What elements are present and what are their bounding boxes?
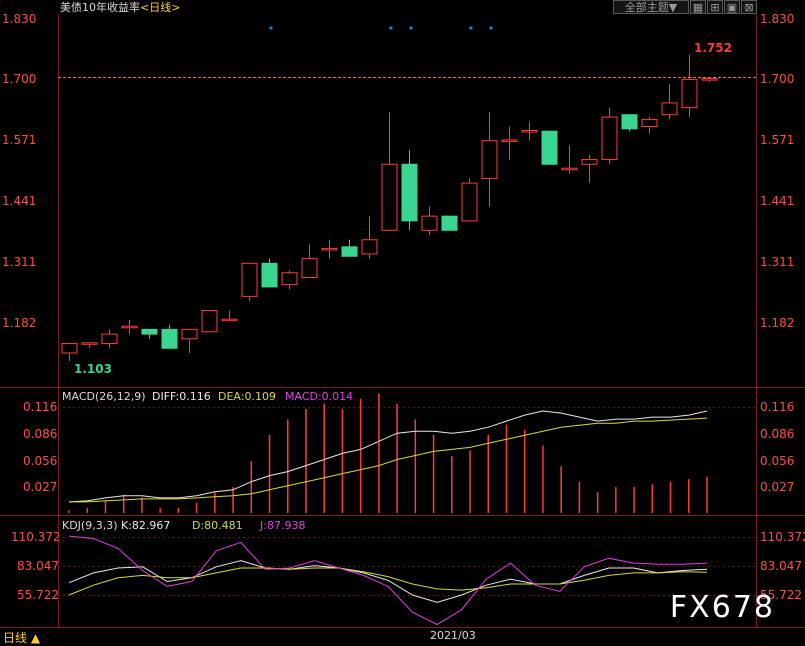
y-tick-label: 83.047 <box>17 559 59 573</box>
candle <box>661 84 678 120</box>
macd-dea-label: DEA:0.109 <box>218 390 276 403</box>
event-marker <box>269 26 273 30</box>
y-tick-label: 1.830 <box>2 12 36 26</box>
low-value-label: 1.103 <box>74 362 112 376</box>
macd-diff-label: DIFF:0.116 <box>152 390 211 403</box>
y-tick-label: 1.830 <box>760 12 794 26</box>
candle <box>281 270 298 290</box>
y-tick-label: 0.086 <box>760 427 794 441</box>
y-tick-label: 1.700 <box>760 72 794 86</box>
candle <box>121 319 138 335</box>
macd-value-label: MACD:0.014 <box>285 390 353 403</box>
y-tick-label: 110.372 <box>11 530 61 544</box>
candle <box>601 107 618 165</box>
y-tick-label: 83.047 <box>760 559 802 573</box>
candle <box>361 216 378 259</box>
kdj-d-label: D:80.481 <box>192 519 243 532</box>
main-y-axis-left: 1.830 1.700 1.571 1.441 1.311 1.182 <box>2 12 36 330</box>
candle <box>61 343 78 361</box>
y-tick-label: 1.571 <box>760 133 794 147</box>
y-tick-label: 1.441 <box>2 194 36 208</box>
candle <box>141 328 158 339</box>
kdj-d-line <box>68 567 708 596</box>
candle <box>201 310 218 333</box>
kdj-j-label: J:87.938 <box>259 519 305 532</box>
event-marker <box>389 26 393 30</box>
period-toggle-button[interactable]: 日线 ▲ <box>3 629 40 646</box>
candle <box>401 150 418 231</box>
candle <box>621 114 638 132</box>
macd-series <box>68 393 708 513</box>
y-tick-label: 0.086 <box>23 427 57 441</box>
y-tick-label: 0.056 <box>23 454 57 468</box>
candle <box>301 244 318 278</box>
y-tick-label: 1.571 <box>2 133 36 147</box>
kdj-y-axis-left: 110.372 83.047 55.722 <box>11 530 61 602</box>
candle <box>101 329 118 349</box>
candle <box>261 258 278 288</box>
y-tick-label: 0.116 <box>23 400 57 414</box>
event-marker <box>489 26 493 30</box>
candle <box>81 342 98 349</box>
y-tick-label: 1.311 <box>760 255 794 269</box>
candle <box>341 239 358 257</box>
y-tick-label: 0.116 <box>760 400 794 414</box>
macd-legend: MACD(26,12,9) DIFF:0.116 DEA:0.109 MACD:… <box>62 390 353 403</box>
y-tick-label: 110.372 <box>760 530 805 544</box>
macd-y-axis-right: 0.116 0.086 0.056 0.027 <box>760 400 794 494</box>
y-tick-label: 0.027 <box>23 480 57 494</box>
kdj-series <box>68 535 708 626</box>
main-y-axis-right: 1.830 1.700 1.571 1.441 1.311 1.182 <box>760 12 794 330</box>
candle <box>321 239 338 259</box>
event-marker <box>469 26 473 30</box>
candle <box>241 262 258 302</box>
event-markers[interactable] <box>269 26 493 30</box>
candle <box>381 112 398 231</box>
chart-canvas[interactable]: 1.830 1.700 1.571 1.441 1.311 1.182 1.83… <box>0 0 805 645</box>
candle <box>481 112 498 207</box>
candle <box>681 54 698 118</box>
macd-panel-name: MACD(26,12,9) <box>62 390 146 403</box>
macd-y-axis-left: 0.116 0.086 0.056 0.027 <box>23 400 57 494</box>
candlestick-series <box>61 54 718 361</box>
candle <box>221 310 238 322</box>
kdj-panel-name: KDJ(9,3,3) <box>62 519 118 532</box>
candle <box>541 130 558 165</box>
candle <box>641 117 658 134</box>
kdj-legend: KDJ(9,3,3) K:82.967 D:80.481 J:87.938 <box>62 519 305 532</box>
y-tick-label: 55.722 <box>17 588 59 602</box>
y-tick-label: 1.441 <box>760 194 794 208</box>
y-tick-label: 1.700 <box>2 72 36 86</box>
kdj-k-label: K:82.967 <box>121 519 170 532</box>
candle <box>581 154 598 184</box>
watermark-logo: FX678 <box>669 590 775 625</box>
candle <box>521 121 538 141</box>
candle <box>501 126 518 160</box>
high-value-label: 1.752 <box>694 41 732 55</box>
candle <box>561 145 578 174</box>
y-tick-label: 1.182 <box>760 316 794 330</box>
event-marker <box>409 26 413 30</box>
y-tick-label: 1.311 <box>2 255 36 269</box>
candle <box>161 324 178 349</box>
candle <box>441 215 458 231</box>
y-tick-label: 0.027 <box>760 480 794 494</box>
candle <box>181 328 198 353</box>
kdj-gridlines <box>58 537 756 596</box>
candle <box>461 178 478 222</box>
y-tick-label: 1.182 <box>2 316 36 330</box>
footer-date-label: 2021/03 <box>430 629 476 642</box>
macd-dea-line <box>69 417 708 503</box>
candle <box>421 206 438 236</box>
macd-diff-line <box>68 410 708 503</box>
y-tick-label: 0.056 <box>760 454 794 468</box>
